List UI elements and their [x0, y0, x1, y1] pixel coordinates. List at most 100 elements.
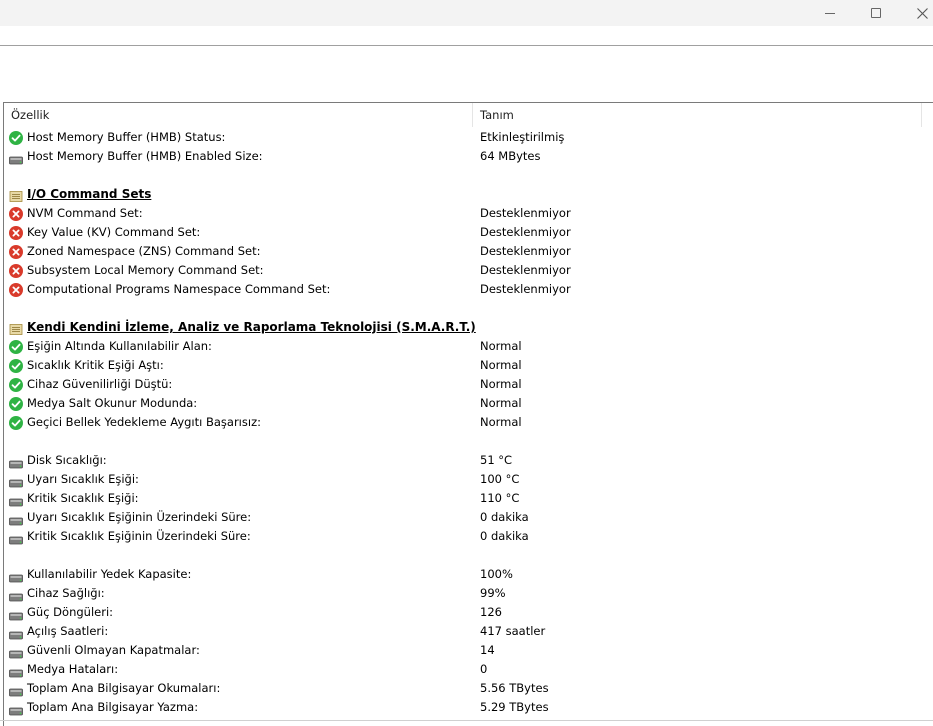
section-header-row[interactable]: I/O Command Sets	[4, 185, 933, 204]
property-value: 0 dakika	[480, 529, 529, 543]
blank-row	[4, 546, 933, 565]
list-item[interactable]: Host Memory Buffer (HMB) Enabled Size: 64…	[4, 147, 933, 166]
property-name: Kullanılabilir Yedek Kapasite:	[27, 567, 192, 581]
list-item[interactable]: Uyarı Sıcaklık Eşiğinin Üzerindeki Süre:…	[4, 508, 933, 527]
close-button[interactable]	[899, 0, 933, 26]
property-name: Açılış Saatleri:	[27, 624, 109, 638]
section-title: Kendi Kendini İzleme, Analiz ve Raporlam…	[27, 320, 476, 334]
list-item[interactable]: Medya Salt Okunur Modunda: Normal	[4, 394, 933, 413]
property-value: Desteklenmiyor	[480, 206, 571, 220]
disk-icon	[9, 684, 23, 697]
list-item[interactable]: Cihaz Güvenilirliği Düştü: Normal	[4, 375, 933, 394]
property-name: Toplam Ana Bilgisayar Okumaları:	[27, 681, 221, 695]
property-name: Medya Hataları:	[27, 662, 119, 676]
list-item[interactable]: Medya Hataları: 0	[4, 660, 933, 679]
property-name: Zoned Namespace (ZNS) Command Set:	[27, 244, 261, 258]
property-value: Desteklenmiyor	[480, 244, 571, 258]
maximize-icon	[871, 8, 881, 18]
property-name: Key Value (KV) Command Set:	[27, 225, 201, 239]
section-header-row[interactable]: Kendi Kendini İzleme, Analiz ve Raporlam…	[4, 318, 933, 337]
property-value: 100%	[480, 567, 513, 581]
property-name: Subsystem Local Memory Command Set:	[27, 263, 264, 277]
list-item[interactable]: Kritik Sıcaklık Eşiği: 110 °C	[4, 489, 933, 508]
property-value: Normal	[480, 377, 522, 391]
property-value: Normal	[480, 358, 522, 372]
property-name: Toplam Ana Bilgisayar Yazma:	[27, 700, 199, 714]
property-name: Güç Döngüleri:	[27, 605, 114, 619]
check-icon	[9, 416, 23, 430]
property-name: Kritik Sıcaklık Eşiğinin Üzerindeki Süre…	[27, 529, 251, 543]
window-titlebar	[0, 0, 933, 26]
property-value: 126	[480, 605, 502, 619]
list-item[interactable]: Güç Döngüleri: 126	[4, 603, 933, 622]
property-value: 0 dakika	[480, 510, 529, 524]
disk-icon	[9, 532, 23, 545]
property-name: Disk Sıcaklığı:	[27, 453, 107, 467]
section-title: I/O Command Sets	[27, 187, 152, 201]
property-name: Cihaz Sağlığı:	[27, 586, 105, 600]
property-value: 100 °C	[480, 472, 520, 486]
section-icon	[9, 322, 23, 335]
blank-row	[4, 432, 933, 451]
property-name: Computational Programs Namespace Command…	[27, 282, 331, 296]
list-item[interactable]: Kullanılabilir Yedek Kapasite: 100%	[4, 565, 933, 584]
property-name: Uyarı Sıcaklık Eşiği:	[27, 472, 139, 486]
property-name: Güvenli Olmayan Kapatmalar:	[27, 643, 200, 657]
check-icon	[9, 359, 23, 373]
column-header-property[interactable]: Özellik	[4, 103, 473, 127]
list-item[interactable]: Host Memory Buffer (HMB) Status: Etkinleş…	[4, 128, 933, 147]
list-item[interactable]: Cihaz Sağlığı: 99%	[4, 584, 933, 603]
check-icon	[9, 131, 23, 145]
maximize-button[interactable]	[853, 0, 899, 26]
status-divider	[0, 720, 933, 721]
list-header: Özellik Tanım	[4, 103, 933, 127]
minimize-button[interactable]	[807, 0, 853, 26]
check-icon	[9, 378, 23, 392]
blank-row	[4, 166, 933, 185]
disk-icon	[9, 475, 23, 488]
list-item[interactable]: Toplam Ana Bilgisayar Okumaları: 5.56 TBy…	[4, 679, 933, 698]
property-name: Uyarı Sıcaklık Eşiğinin Üzerindeki Süre:	[27, 510, 252, 524]
property-name: Sıcaklık Kritik Eşiği Aştı:	[27, 358, 164, 372]
list-item[interactable]: Zoned Namespace (ZNS) Command Set: Destek…	[4, 242, 933, 261]
property-value: 64 MBytes	[480, 149, 541, 163]
column-header-description[interactable]: Tanım	[473, 103, 922, 127]
list-item[interactable]: Eşiğin Altında Kullanılabilir Alan: Norma…	[4, 337, 933, 356]
list-item[interactable]: Kritik Sıcaklık Eşiğinin Üzerindeki Süre…	[4, 527, 933, 546]
property-value: 51 °C	[480, 453, 513, 467]
minimize-icon	[825, 12, 835, 14]
property-value: 110 °C	[480, 491, 520, 505]
disk-icon	[9, 608, 23, 621]
property-value: 5.29 TBytes	[480, 700, 549, 714]
check-icon	[9, 340, 23, 354]
list-item[interactable]: Toplam Ana Bilgisayar Yazma: 5.29 TBytes	[4, 698, 933, 717]
property-value: Normal	[480, 415, 522, 429]
disk-icon	[9, 456, 23, 469]
disk-icon	[9, 703, 23, 716]
list-item[interactable]: Key Value (KV) Command Set: Desteklenmiyo…	[4, 223, 933, 242]
property-value: Normal	[480, 339, 522, 353]
list-item[interactable]: Subsystem Local Memory Command Set: Deste…	[4, 261, 933, 280]
property-value: Normal	[480, 396, 522, 410]
property-value: 0	[480, 662, 488, 676]
error-icon	[9, 245, 23, 259]
list-item[interactable]: Sıcaklık Kritik Eşiği Aştı: Normal	[4, 356, 933, 375]
property-value: 417 saatler	[480, 624, 546, 638]
error-icon	[9, 226, 23, 240]
disk-icon	[9, 627, 23, 640]
list-item[interactable]: Uyarı Sıcaklık Eşiği: 100 °C	[4, 470, 933, 489]
list-item[interactable]: NVM Command Set: Desteklenmiyor	[4, 204, 933, 223]
list-item[interactable]: Güvenli Olmayan Kapatmalar: 14	[4, 641, 933, 660]
toolbar-divider	[0, 45, 933, 46]
property-name: NVM Command Set:	[27, 206, 143, 220]
property-value: Desteklenmiyor	[480, 225, 571, 239]
blank-row	[4, 299, 933, 318]
list-item[interactable]: Açılış Saatleri: 417 saatler	[4, 622, 933, 641]
disk-icon	[9, 589, 23, 602]
list-item[interactable]: Geçici Bellek Yedekleme Aygıtı Başarısız…	[4, 413, 933, 432]
list-item[interactable]: Disk Sıcaklığı: 51 °C	[4, 451, 933, 470]
property-value: 99%	[480, 586, 506, 600]
close-icon	[916, 7, 928, 19]
list-item[interactable]: Computational Programs Namespace Command…	[4, 280, 933, 299]
properties-list[interactable]: Özellik Tanım Host Memory Buffer (HMB) S…	[3, 102, 933, 726]
